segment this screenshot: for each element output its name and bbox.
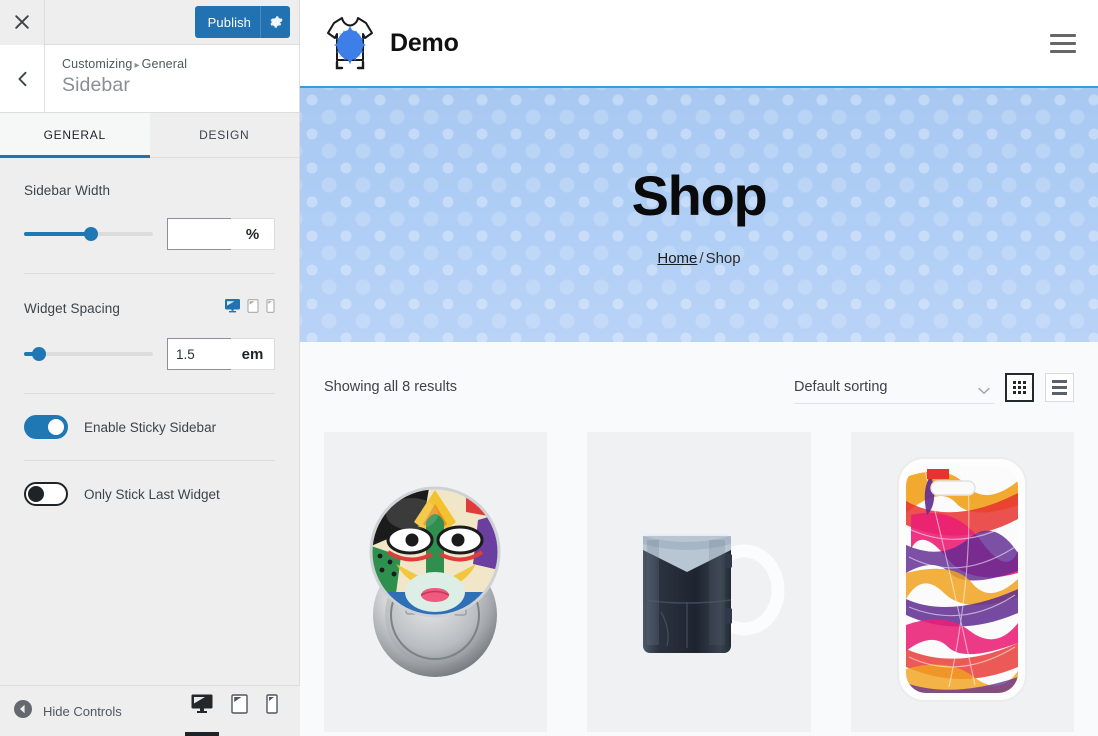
enable-sticky-sidebar-toggle[interactable] <box>24 415 68 439</box>
site-preview: Demo Shop Home / Shop Showing all 8 result… <box>300 0 1098 736</box>
page-hero-banner: Shop Home / Shop <box>300 88 1098 342</box>
breadcrumb-current: Shop <box>705 250 741 267</box>
product-card[interactable] <box>324 432 548 732</box>
shop-toolbar: Showing all 8 results Default sorting <box>324 342 1074 432</box>
sidebar-width-label: Sidebar Width <box>24 183 111 198</box>
widget-spacing-slider[interactable] <box>24 346 153 362</box>
tab-design-label: DESIGN <box>199 128 250 142</box>
sorting-select[interactable]: Default sorting <box>794 370 994 404</box>
hide-controls-button[interactable]: Hide Controls <box>14 699 122 723</box>
preview-desktop-icon[interactable] <box>191 694 213 729</box>
collapse-arrow-icon <box>14 699 32 723</box>
shop-toolbar-right: Default sorting <box>794 370 1074 404</box>
customizer-header: Customizing ▸ General Sidebar <box>0 45 299 113</box>
slider-fill <box>24 232 92 236</box>
result-count: Showing all 8 results <box>324 379 457 395</box>
breadcrumb-root: Customizing <box>62 57 133 71</box>
abstract-paint-phone-case <box>897 457 1028 707</box>
slider-thumb[interactable] <box>84 227 99 241</box>
tab-design[interactable]: DESIGN <box>149 113 299 157</box>
toggle-knob <box>48 419 64 435</box>
widget-spacing-row: em <box>24 338 275 370</box>
hero-title: Shop <box>631 164 768 227</box>
site-title[interactable]: Demo <box>390 29 459 58</box>
sidebar-width-row: % <box>24 218 275 250</box>
shop-content: Showing all 8 results Default sorting <box>300 342 1098 736</box>
control-sidebar-width: Sidebar Width % <box>24 158 275 274</box>
widget-spacing-device-switcher <box>225 299 275 318</box>
publish-button-label: Publish <box>207 14 251 30</box>
only-stick-last-widget-label: Only Stick Last Widget <box>84 486 220 502</box>
product-card[interactable] <box>850 432 1074 732</box>
gear-icon[interactable] <box>260 6 290 38</box>
publish-button[interactable]: Publish <box>194 6 290 38</box>
widget-spacing-head: Widget Spacing <box>24 299 275 318</box>
customizer-footer: Hide Controls <box>0 685 300 736</box>
mobile-icon[interactable] <box>266 299 275 318</box>
sorting-select-value: Default sorting <box>794 378 888 395</box>
hamburger-menu-icon[interactable] <box>1050 33 1076 53</box>
grid-view-icon[interactable] <box>1005 372 1034 402</box>
control-only-stick-last-widget: Only Stick Last Widget <box>24 461 275 527</box>
breadcrumb-separator: ▸ <box>134 60 140 71</box>
control-widget-spacing: Widget Spacing 1.5 em <box>24 274 275 394</box>
sidebar-width-input[interactable] <box>167 218 231 250</box>
customizer-topbar: Publish <box>0 0 299 45</box>
hamburger-bar <box>1050 41 1076 45</box>
hide-controls-label: Hide Controls <box>43 703 122 719</box>
hamburger-bar <box>1050 49 1076 53</box>
sidebar-width-unit: % <box>231 218 275 250</box>
breadcrumb-section: General <box>141 57 188 71</box>
breadcrumb-home-link[interactable]: Home <box>657 250 697 267</box>
site-header: Demo <box>300 0 1098 88</box>
customizer-controls: Sidebar Width % Widget Spacing 1.5 em En… <box>0 158 299 724</box>
widget-spacing-input[interactable] <box>167 338 231 370</box>
chevron-down-icon <box>978 382 990 400</box>
toggle-knob <box>28 486 44 502</box>
only-stick-last-widget-toggle[interactable] <box>24 482 68 506</box>
tab-general-label: GENERAL <box>43 128 106 142</box>
customizer-title-block: Customizing ▸ General Sidebar <box>45 45 187 112</box>
tab-general[interactable]: GENERAL <box>0 113 150 158</box>
preview-tablet-icon[interactable] <box>231 693 248 729</box>
tshirt-splatter-logo[interactable] <box>324 12 376 74</box>
product-card[interactable] <box>587 432 811 732</box>
preview-mobile-icon[interactable] <box>266 693 278 729</box>
page-title: Sidebar <box>62 74 130 96</box>
breadcrumb: Customizing ▸ General <box>62 57 187 71</box>
sidebar-width-input-group: % <box>167 218 275 250</box>
hero-breadcrumb: Home / Shop <box>657 250 740 267</box>
sidebar-width-head: Sidebar Width <box>24 183 275 198</box>
chevron-left-icon[interactable] <box>0 45 45 112</box>
customizer-tabs: GENERAL DESIGN <box>0 113 299 158</box>
slider-thumb[interactable] <box>32 347 47 361</box>
pin-button-face-art <box>348 460 523 705</box>
breadcrumb-separator: / <box>699 250 704 267</box>
control-enable-sticky-sidebar: Enable Sticky Sidebar <box>24 394 275 461</box>
close-icon[interactable] <box>0 0 45 45</box>
hamburger-bar <box>1050 33 1076 37</box>
grid-glyph <box>1013 380 1026 394</box>
widget-spacing-unit: em <box>231 338 275 370</box>
widget-spacing-input-group: em <box>167 338 275 370</box>
widget-spacing-label: Widget Spacing <box>24 301 120 316</box>
list-glyph <box>1052 379 1067 395</box>
dark-ceramic-mug <box>609 480 789 685</box>
sidebar-width-slider[interactable] <box>24 226 153 242</box>
customizer-sidebar: Publish Customizing ▸ General Sidebar GE… <box>0 0 300 736</box>
desktop-icon[interactable] <box>225 299 240 318</box>
list-view-icon[interactable] <box>1045 372 1074 402</box>
enable-sticky-sidebar-label: Enable Sticky Sidebar <box>84 419 217 435</box>
customizer-screen: Publish Customizing ▸ General Sidebar GE… <box>0 0 1098 736</box>
footer-device-switcher <box>191 693 278 729</box>
tablet-icon[interactable] <box>247 299 259 318</box>
product-grid <box>324 432 1074 732</box>
